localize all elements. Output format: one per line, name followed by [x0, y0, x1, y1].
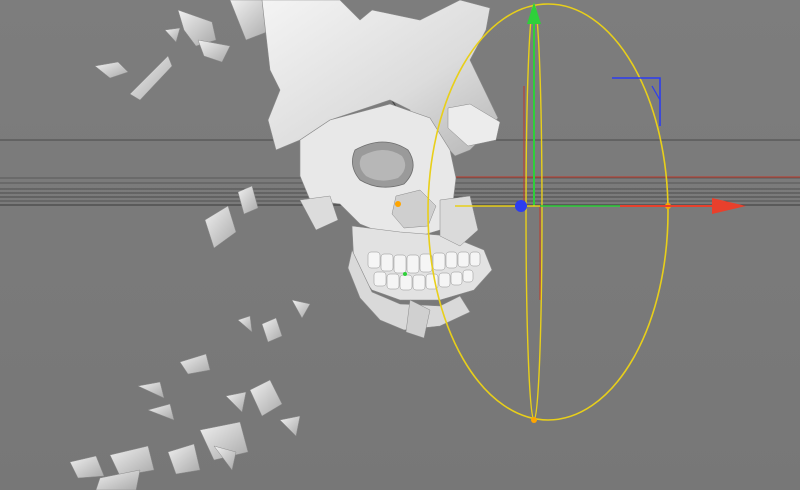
move-gizmo[interactable]	[455, 2, 746, 300]
z-axis-pivot[interactable]	[515, 200, 527, 212]
viewport-canvas[interactable]	[0, 0, 800, 490]
x-axis-arrow[interactable]	[712, 198, 746, 214]
3d-viewport[interactable]	[0, 0, 800, 490]
camera-corner-indicator	[612, 77, 661, 126]
skull-mesh[interactable]	[261, 0, 501, 339]
